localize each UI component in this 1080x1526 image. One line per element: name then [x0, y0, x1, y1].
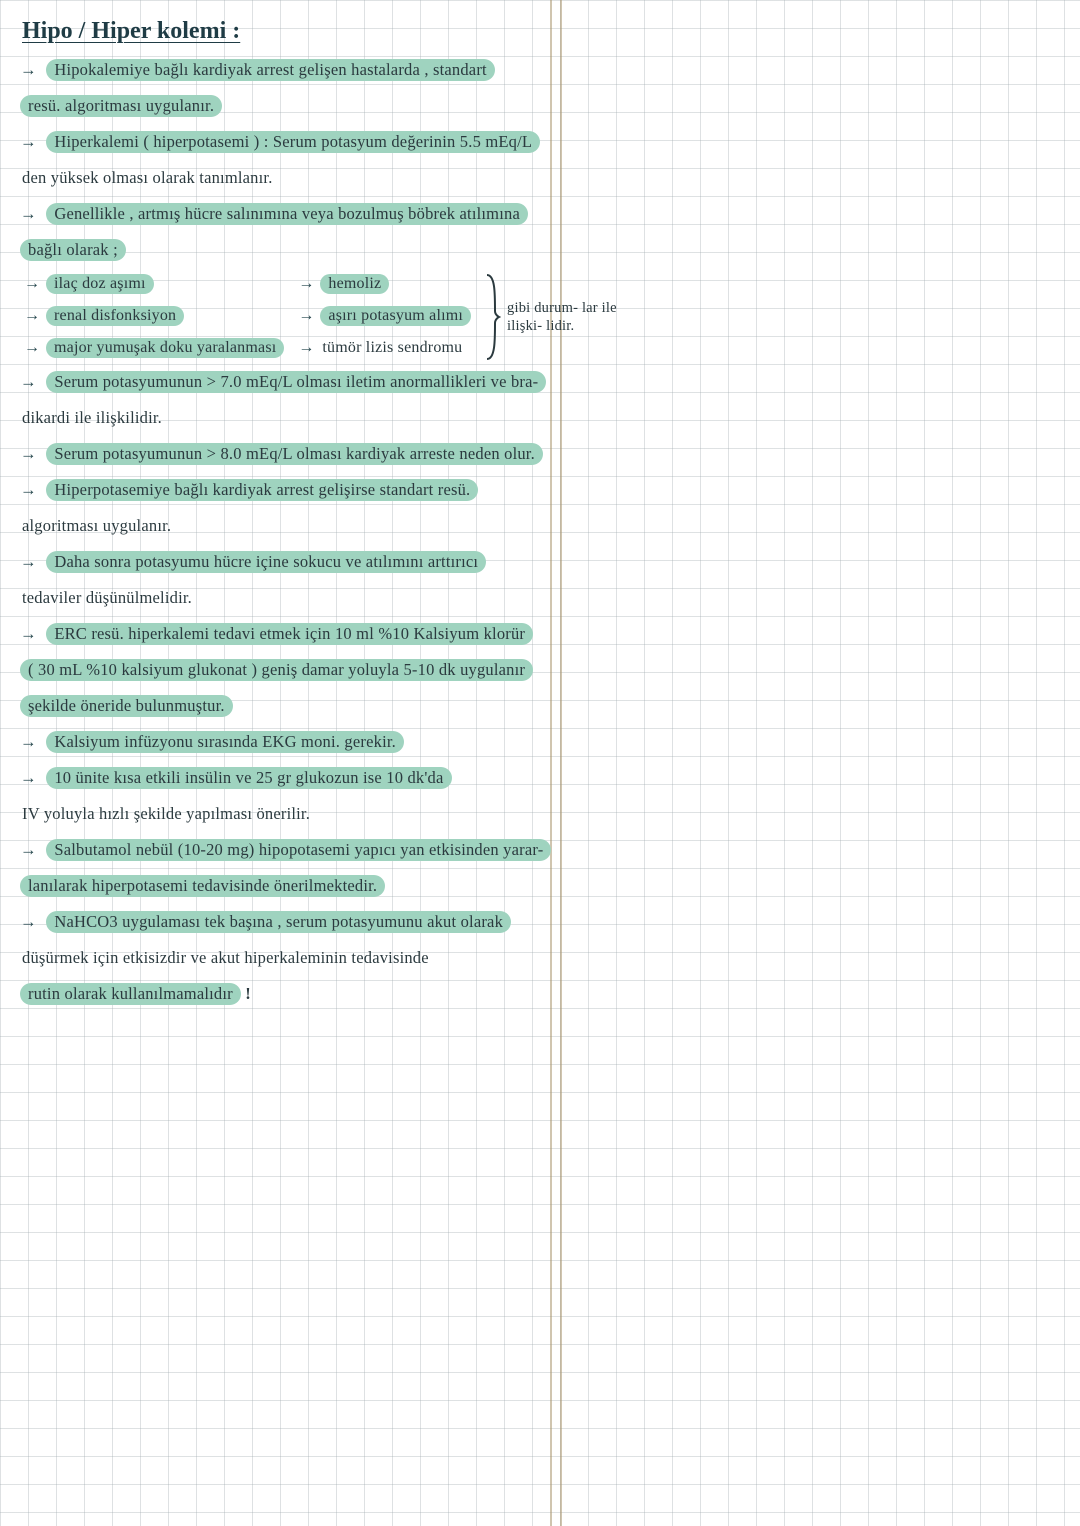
note-page: Hipo / Hiper kolemi : → Hipokalemiye bağ…	[0, 0, 680, 1009]
cause-col-left: →ilaç doz aşımı →renal disfonksiyon →maj…	[24, 271, 284, 361]
highlighted-text: ilaç doz aşımı	[46, 274, 154, 294]
note-line: → NaHCO3 uygulaması tek başına , serum p…	[20, 907, 660, 937]
highlighted-text: Genellikle , artmış hücre salınımına vey…	[46, 203, 528, 225]
body-text: den yüksek olması olarak tanımlanır.	[20, 168, 273, 187]
arrow-icon: →	[20, 475, 38, 505]
body-text: düşürmek için etkisizdir ve akut hiperka…	[20, 948, 429, 967]
arrow-icon: →	[20, 55, 38, 85]
note-line: lanılarak hiperpotasemi tedavisinde öner…	[20, 871, 660, 901]
highlighted-text: Hiperpotasemiye bağlı kardiyak arrest ge…	[46, 479, 478, 501]
arrow-icon: →	[20, 835, 38, 865]
arrow-icon: →	[24, 303, 42, 329]
body-text: tümör lizis sendromu	[320, 339, 462, 356]
curly-brace-icon: gibi durum- lar ile ilişki- lidir.	[485, 271, 617, 361]
note-line: → Kalsiyum infüzyonu sırasında EKG moni.…	[20, 727, 660, 757]
arrow-icon: →	[20, 367, 38, 397]
arrow-icon: →	[298, 271, 316, 297]
highlighted-text: Daha sonra potasyumu hücre içine sokucu …	[46, 551, 486, 573]
note-line: şekilde öneride bulunmuştur.	[20, 691, 660, 721]
highlighted-text: Hiperkalemi ( hiperpotasemi ) : Serum po…	[46, 131, 540, 153]
arrow-icon: →	[20, 907, 38, 937]
highlighted-text: Hipokalemiye bağlı kardiyak arrest geliş…	[46, 59, 494, 81]
brace-note: gibi durum- lar ile ilişki- lidir.	[507, 299, 617, 335]
arrow-icon: →	[20, 439, 38, 469]
note-line: den yüksek olması olarak tanımlanır.	[20, 163, 660, 193]
highlighted-text: major yumuşak doku yaralanması	[46, 338, 284, 358]
note-line: → Serum potasyumunun > 7.0 mEq/L olması …	[20, 367, 660, 397]
highlighted-text: lanılarak hiperpotasemi tedavisinde öner…	[20, 875, 385, 897]
body-text: tedaviler düşünülmelidir.	[20, 588, 192, 607]
highlighted-text: aşırı potasyum alımı	[320, 306, 471, 326]
note-line: → Genellikle , artmış hücre salınımına v…	[20, 199, 660, 229]
note-line: algoritması uygulanır.	[20, 511, 660, 541]
cause-col-right: →hemoliz →aşırı potasyum alımı →tümör li…	[298, 271, 471, 361]
body-text: IV yoluyla hızlı şekilde yapılması öneri…	[20, 804, 310, 823]
arrow-icon: →	[20, 199, 38, 229]
arrow-icon: →	[298, 303, 316, 329]
note-line: tedaviler düşünülmelidir.	[20, 583, 660, 613]
note-line: → Hipokalemiye bağlı kardiyak arrest gel…	[20, 55, 660, 85]
note-line: düşürmek için etkisizdir ve akut hiperka…	[20, 943, 660, 973]
highlighted-text: 10 ünite kısa etkili insülin ve 25 gr gl…	[46, 767, 451, 789]
exclamation-icon: !	[245, 984, 251, 1003]
note-line: ( 30 mL %10 kalsiyum glukonat ) geniş da…	[20, 655, 660, 685]
arrow-icon: →	[20, 127, 38, 157]
arrow-icon: →	[20, 547, 38, 577]
note-line: resü. algoritması uygulanır.	[20, 91, 660, 121]
highlighted-text: NaHCO3 uygulaması tek başına , serum pot…	[46, 911, 511, 933]
note-line: → Serum potasyumunun > 8.0 mEq/L olması …	[20, 439, 660, 469]
note-line: → 10 ünite kısa etkili insülin ve 25 gr …	[20, 763, 660, 793]
highlighted-text: Kalsiyum infüzyonu sırasında EKG moni. g…	[46, 731, 404, 753]
arrow-icon: →	[20, 763, 38, 793]
highlighted-text: ERC resü. hiperkalemi tedavi etmek için …	[46, 623, 533, 645]
arrow-icon: →	[24, 335, 42, 361]
note-line: dikardi ile ilişkilidir.	[20, 403, 660, 433]
highlighted-text: ( 30 mL %10 kalsiyum glukonat ) geniş da…	[20, 659, 533, 681]
note-line: IV yoluyla hızlı şekilde yapılması öneri…	[20, 799, 660, 829]
highlighted-text: rutin olarak kullanılmamalıdır	[20, 983, 241, 1005]
cause-list: →ilaç doz aşımı →renal disfonksiyon →maj…	[24, 271, 660, 361]
note-line: → Hiperkalemi ( hiperpotasemi ) : Serum …	[20, 127, 660, 157]
body-text: dikardi ile ilişkilidir.	[20, 408, 162, 427]
highlighted-text: bağlı olarak ;	[20, 239, 126, 261]
note-line: → Daha sonra potasyumu hücre içine sokuc…	[20, 547, 660, 577]
arrow-icon: →	[20, 619, 38, 649]
highlighted-text: Serum potasyumunun > 7.0 mEq/L olması il…	[46, 371, 546, 393]
highlighted-text: şekilde öneride bulunmuştur.	[20, 695, 233, 717]
note-line: → Salbutamol nebül (10-20 mg) hipopotase…	[20, 835, 660, 865]
highlighted-text: Serum potasyumunun > 8.0 mEq/L olması ka…	[46, 443, 543, 465]
note-line: rutin olarak kullanılmamalıdır !	[20, 979, 660, 1009]
highlighted-text: resü. algoritması uygulanır.	[20, 95, 222, 117]
arrow-icon: →	[20, 727, 38, 757]
page-title: Hipo / Hiper kolemi :	[22, 18, 660, 45]
highlighted-text: Salbutamol nebül (10-20 mg) hipopotasemi…	[46, 839, 551, 861]
highlighted-text: renal disfonksiyon	[46, 306, 184, 326]
note-line: bağlı olarak ;	[20, 235, 660, 265]
note-line: → Hiperpotasemiye bağlı kardiyak arrest …	[20, 475, 660, 505]
arrow-icon: →	[24, 271, 42, 297]
highlighted-text: hemoliz	[320, 274, 389, 294]
note-line: → ERC resü. hiperkalemi tedavi etmek içi…	[20, 619, 660, 649]
arrow-icon: →	[298, 335, 316, 361]
body-text: algoritması uygulanır.	[20, 516, 171, 535]
